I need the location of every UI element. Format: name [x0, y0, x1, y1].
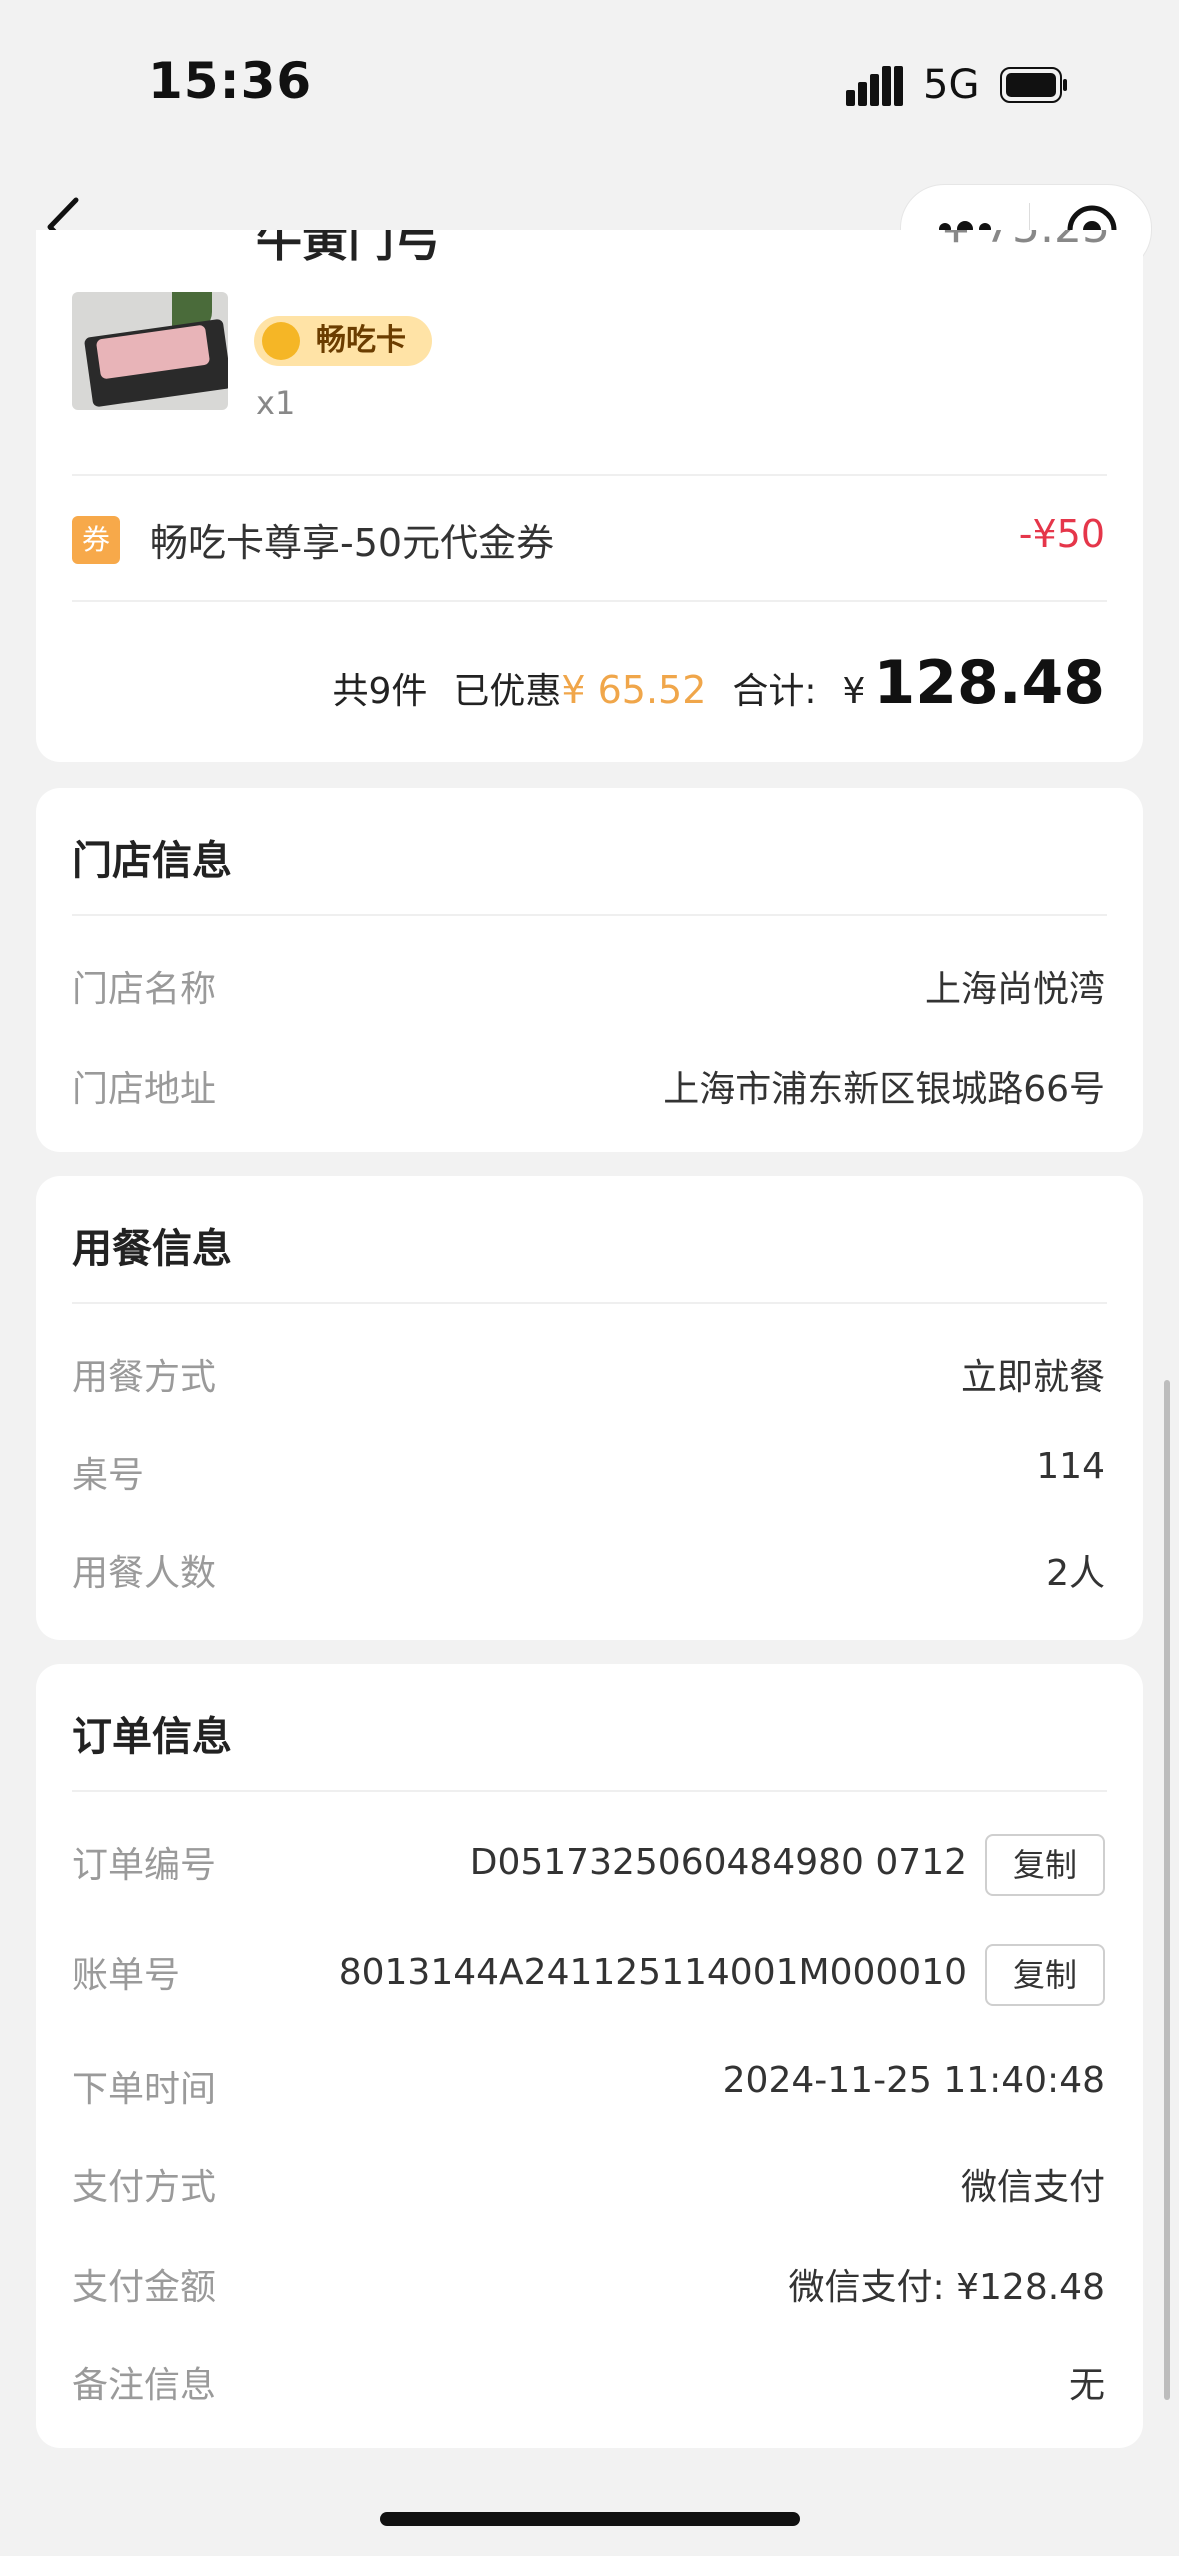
battery-icon	[1000, 67, 1067, 103]
diners-value: 2人	[1046, 1553, 1105, 1594]
signal-icon	[846, 66, 903, 106]
divider	[72, 914, 1107, 916]
discount-amount: ¥ 65.52	[561, 668, 707, 712]
payment-amount-label: 支付金额	[72, 2267, 217, 2308]
scrollbar[interactable]	[1164, 1380, 1170, 2400]
vip-card-badge: 畅吃卡	[254, 316, 432, 366]
vip-badge-label: 畅吃卡	[316, 323, 406, 358]
remarks-value: 无	[1068, 2365, 1105, 2406]
total-label: 合计:	[732, 671, 817, 712]
payment-method-value: 微信支付	[960, 2167, 1105, 2208]
table-number-value: 114	[1036, 1446, 1105, 1487]
payment-amount-value: 微信支付: ¥128.48	[788, 2267, 1105, 2308]
store-address-value: 上海市浦东新区银城路66号	[663, 1069, 1105, 1110]
store-info-title: 门店信息	[72, 838, 232, 884]
dining-mode-label: 用餐方式	[72, 1357, 217, 1398]
divider	[72, 600, 1107, 602]
order-number-value: D0517325060484980 0712	[469, 1842, 967, 1883]
network-label: 5G	[923, 62, 980, 108]
discount-label: 已优惠	[453, 671, 562, 712]
order-info-card	[36, 1664, 1143, 2448]
diners-label: 用餐人数	[72, 1553, 217, 1594]
order-number-label: 订单编号	[72, 1845, 217, 1886]
coupon-label: 畅吃卡尊享-50元代金券	[150, 521, 555, 565]
store-name-value: 上海尚悦湾	[924, 969, 1105, 1010]
home-indicator	[380, 2512, 800, 2526]
product-quantity: x1	[256, 384, 296, 422]
coupon-amount: -¥50	[1018, 512, 1105, 556]
store-address-label: 门店地址	[72, 1069, 217, 1110]
order-info-title: 订单信息	[72, 1714, 232, 1760]
total-amount: 128.48	[873, 648, 1105, 718]
order-time-value: 2024-11-25 11:40:48	[722, 2060, 1105, 2101]
product-name: 牛黄门弓	[256, 230, 440, 264]
store-name-label: 门店名称	[72, 969, 217, 1010]
divider	[72, 1302, 1107, 1304]
bill-number-value: 8013144A241125114001M000010	[338, 1952, 967, 1993]
total-currency: ¥	[842, 671, 866, 712]
table-number-label: 桌号	[72, 1455, 145, 1496]
copy-bill-number-button[interactable]: 复制	[985, 1944, 1105, 2006]
dining-info-title: 用餐信息	[72, 1226, 232, 1272]
divider	[72, 474, 1107, 476]
crown-icon	[262, 322, 300, 360]
payment-method-label: 支付方式	[72, 2167, 217, 2208]
status-time: 15:36	[148, 52, 313, 110]
copy-order-number-button[interactable]: 复制	[985, 1834, 1105, 1896]
bill-number-label: 账单号	[72, 1955, 181, 1996]
item-count: 共9件	[332, 671, 428, 712]
divider	[72, 1790, 1107, 1792]
remarks-label: 备注信息	[72, 2365, 217, 2406]
product-price: ¥ 75.25	[900, 230, 1110, 256]
order-time-label: 下单时间	[72, 2069, 217, 2110]
coupon-icon: 券	[72, 516, 120, 564]
order-totals: 共9件 已优惠 ¥ 65.52 合计: ¥ 128.48	[332, 648, 1105, 718]
product-image	[72, 292, 228, 410]
dining-mode-value: 立即就餐	[960, 1357, 1105, 1398]
